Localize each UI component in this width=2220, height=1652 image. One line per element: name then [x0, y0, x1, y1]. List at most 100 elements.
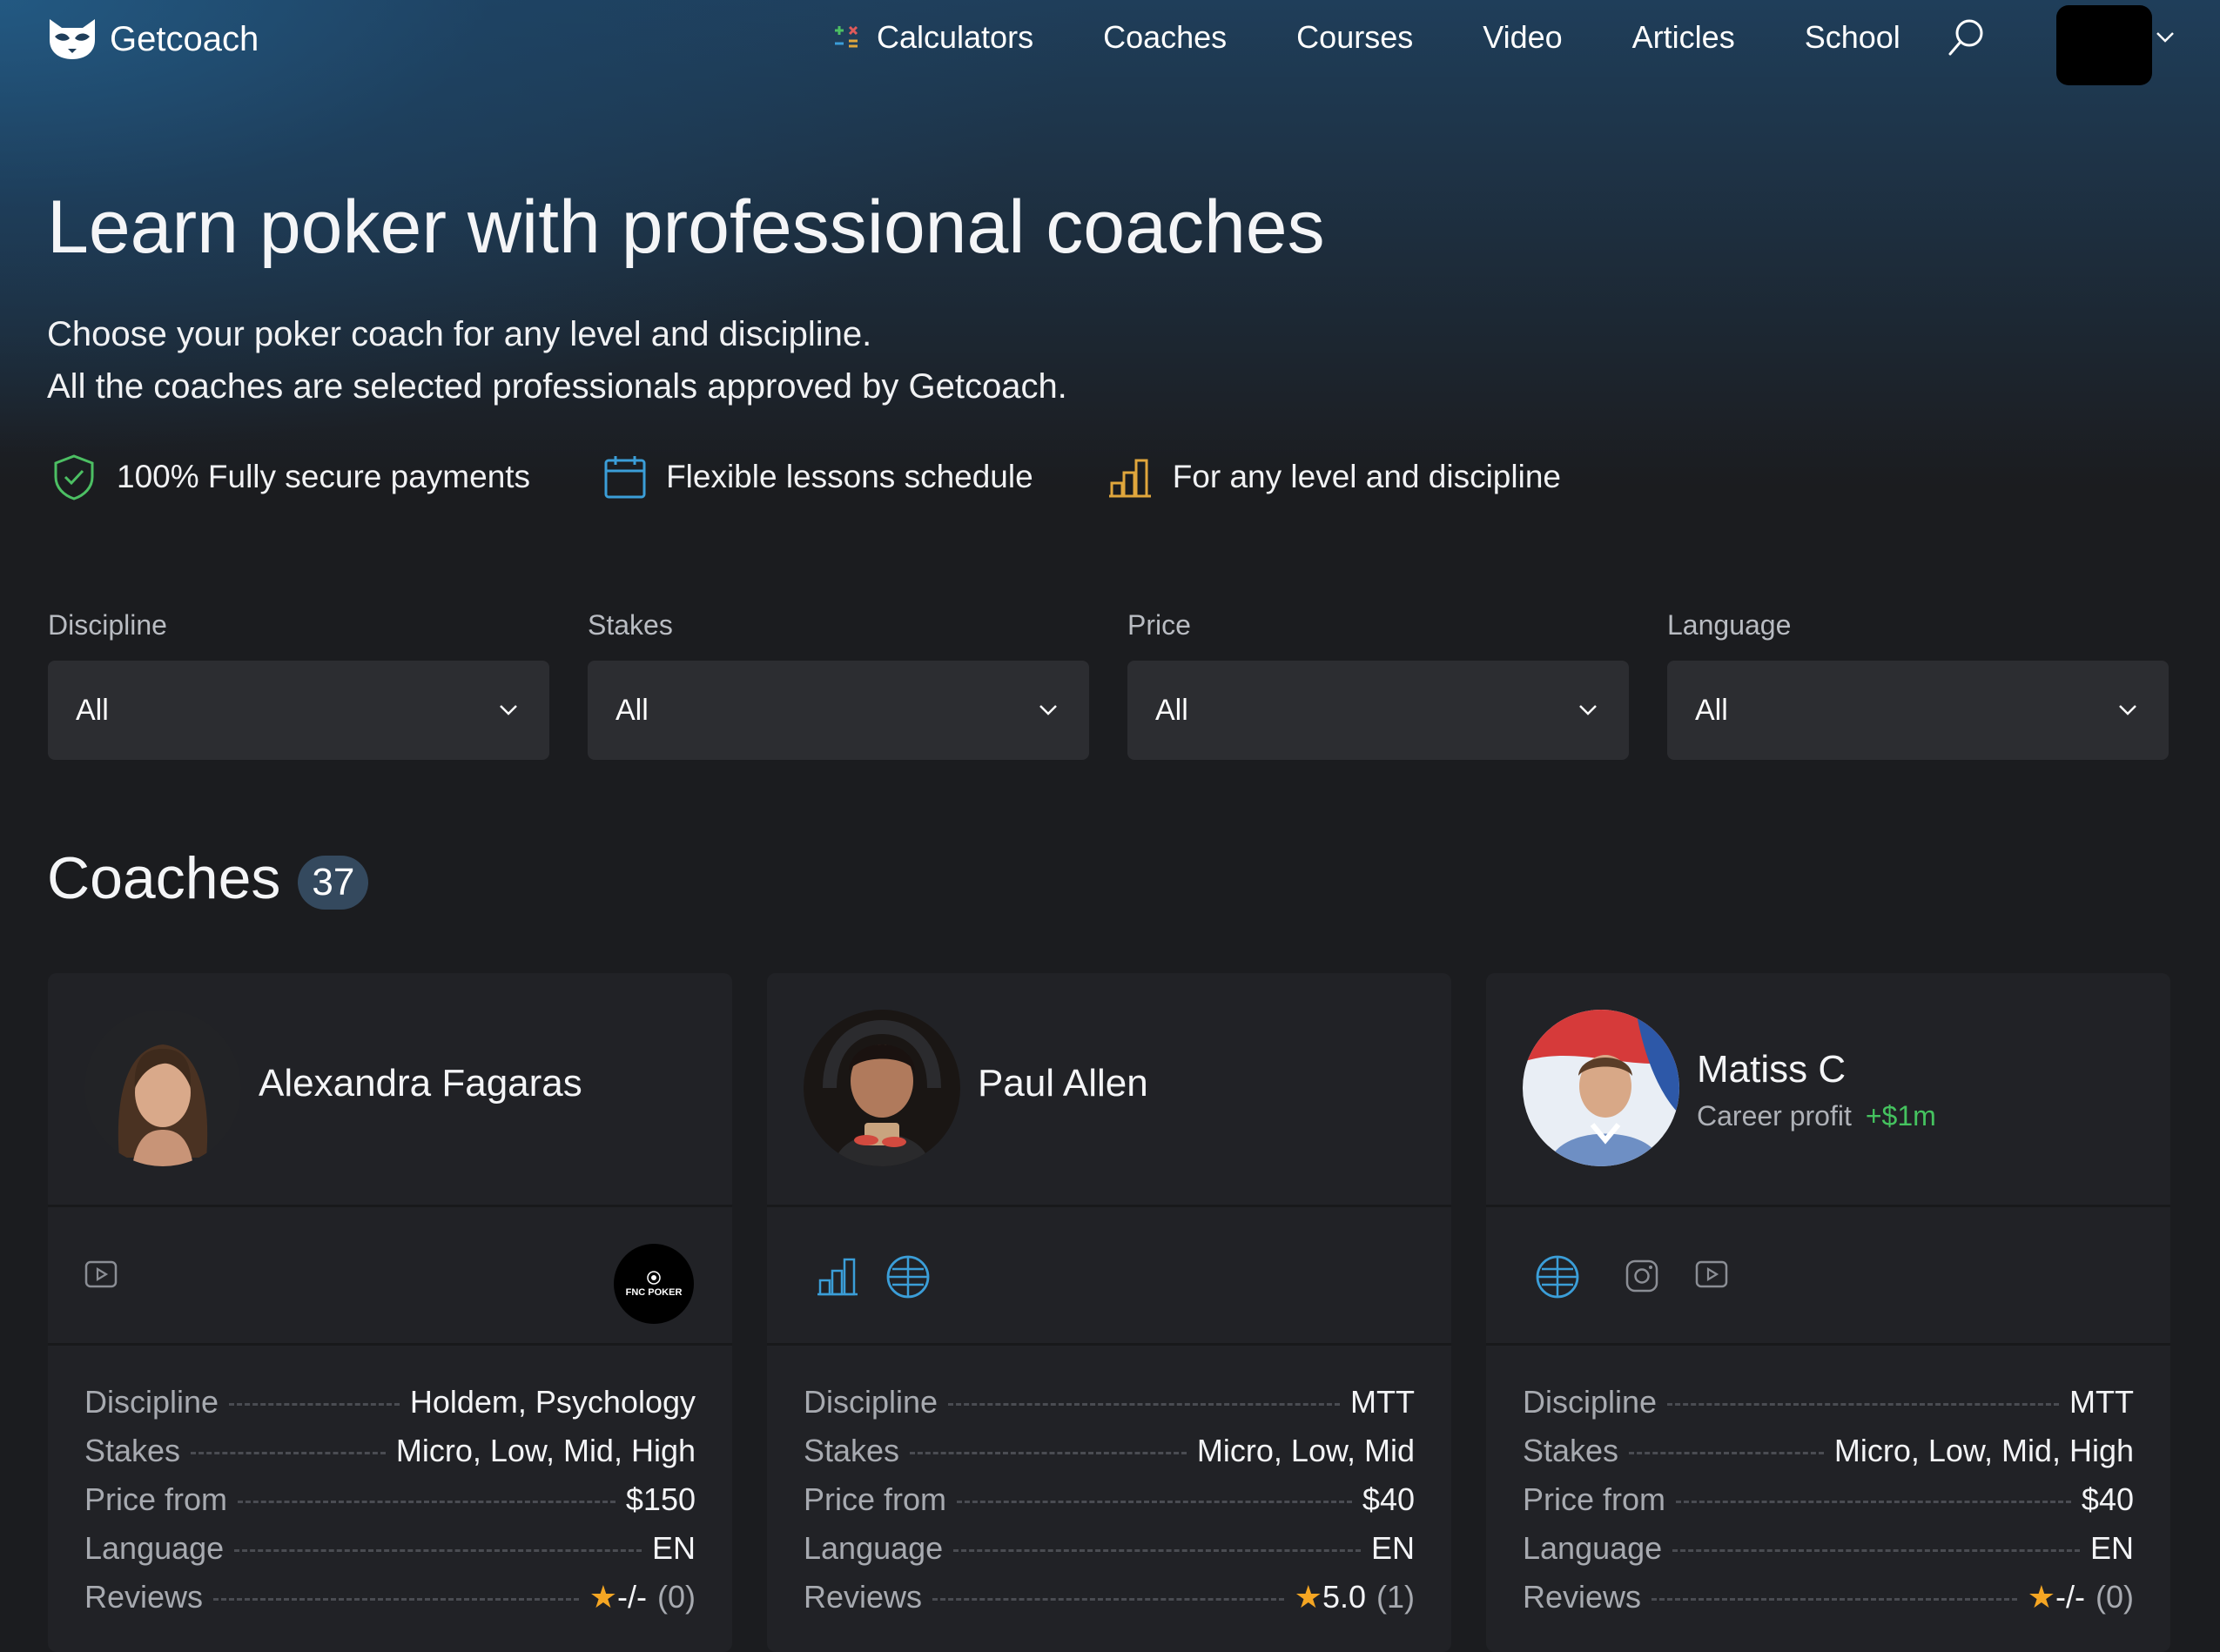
youtube-icon[interactable]	[1695, 1259, 1728, 1289]
nav-coaches-label: Coaches	[1103, 19, 1228, 55]
user-avatar[interactable]	[2056, 5, 2152, 85]
dotted-leader	[1652, 1598, 2017, 1601]
coach-name[interactable]: Matiss C	[1697, 1048, 1846, 1091]
hero-subtitle-line1: Choose your poker coach for any level an…	[47, 315, 872, 353]
rating: -/-	[617, 1579, 647, 1615]
coach-photo	[804, 1010, 960, 1166]
dotted-leader	[1672, 1549, 2080, 1552]
coach-avatar[interactable]	[84, 1010, 241, 1166]
coaches-heading: Coaches 37	[47, 844, 369, 912]
nav-coaches[interactable]: Coaches	[1103, 19, 1227, 56]
reviews-value[interactable]: ★-/- (0)	[2028, 1579, 2134, 1615]
detail-row-reviews: Reviews ★-/- (0)	[1523, 1579, 2134, 1628]
detail-value: $40	[1362, 1481, 1415, 1517]
reviews-value[interactable]: ★-/- (0)	[589, 1579, 696, 1615]
shield-check-icon	[54, 454, 94, 500]
nav-school-label: School	[1804, 19, 1900, 55]
chevron-down-icon[interactable]	[2156, 31, 2175, 44]
detail-label: Price from	[84, 1481, 228, 1517]
detail-value: $40	[2081, 1481, 2134, 1517]
dotted-leader	[1676, 1501, 2071, 1503]
select-value: All	[76, 693, 109, 727]
detail-value: Micro, Low, Mid	[1196, 1433, 1415, 1468]
coach-avatar[interactable]	[1523, 1010, 1679, 1166]
detail-value: EN	[1370, 1530, 1415, 1566]
coach-photo	[84, 1010, 241, 1166]
reviews-value[interactable]: ★5.0 (1)	[1295, 1579, 1415, 1615]
detail-row-stakes: Stakes Micro, Low, Mid, High	[1523, 1433, 2134, 1481]
dotted-leader	[191, 1452, 386, 1454]
calendar-icon	[604, 456, 646, 499]
coach-card-icons	[1486, 1207, 2170, 1346]
filter-label: Discipline	[48, 609, 167, 641]
nav-calculators-label: Calculators	[877, 19, 1034, 55]
coaches-count-badge: 37	[298, 856, 369, 910]
fnc-poker-logo[interactable]: FNC POKER	[614, 1244, 694, 1324]
chevron-down-icon	[500, 705, 517, 715]
career-profit-value: +$1m	[1865, 1100, 1936, 1132]
detail-value: Micro, Low, Mid, High	[395, 1433, 696, 1468]
nav-courses[interactable]: Courses	[1296, 19, 1413, 56]
detail-row-language: Language EN	[84, 1530, 696, 1579]
detail-row-reviews: Reviews ★-/- (0)	[84, 1579, 696, 1628]
nav-school[interactable]: School	[1805, 19, 1900, 56]
chevron-down-icon	[1579, 705, 1597, 715]
detail-row-price: Price from $150	[84, 1481, 696, 1530]
detail-label: Stakes	[1523, 1433, 1619, 1468]
partner-logo-text: FNC POKER	[625, 1287, 683, 1298]
detail-row-stakes: Stakes Micro, Low, Mid, High	[84, 1433, 696, 1481]
globe-icon[interactable]	[1535, 1254, 1580, 1299]
coach-avatar[interactable]	[804, 1010, 960, 1166]
detail-value: $150	[625, 1481, 696, 1517]
instagram-icon[interactable]	[1625, 1259, 1658, 1293]
youtube-icon[interactable]	[84, 1259, 118, 1289]
stakes-select[interactable]: All	[588, 661, 1089, 760]
nav-video[interactable]: Video	[1483, 19, 1562, 56]
coach-card[interactable]: Paul Allen Discipline MTT Stakes Micro, Lo…	[767, 973, 1451, 1652]
detail-label: Reviews	[1523, 1579, 1642, 1615]
detail-label: Language	[1523, 1530, 1663, 1566]
coach-card-icons	[767, 1207, 1451, 1346]
globe-icon[interactable]	[885, 1254, 931, 1299]
nav-articles-label: Articles	[1631, 19, 1735, 55]
coach-card[interactable]: Alexandra Fagaras FNC POKER Discipline Ho…	[48, 973, 732, 1652]
search-button[interactable]	[1943, 16, 1988, 63]
detail-row-reviews: Reviews ★5.0 (1)	[804, 1579, 1415, 1628]
calculator-icon	[835, 25, 858, 48]
detail-label: Reviews	[804, 1579, 923, 1615]
filter-language: Language All	[1667, 609, 2169, 760]
coach-card-header: Paul Allen	[767, 973, 1451, 1207]
hero-subtitle-line2: All the coaches are selected professiona…	[47, 367, 1067, 406]
dotted-leader	[910, 1452, 1187, 1454]
feature-label: For any level and discipline	[1172, 459, 1561, 494]
detail-row-language: Language EN	[804, 1530, 1415, 1579]
feature-any-level: For any level and discipline	[1107, 455, 1561, 499]
logo[interactable]: Getcoach	[47, 17, 259, 61]
detail-value: MTT	[2069, 1384, 2134, 1420]
review-count: (1)	[1376, 1579, 1415, 1615]
nav-video-label: Video	[1483, 19, 1563, 55]
filter-label: Price	[1127, 609, 1191, 641]
coach-photo	[1523, 1010, 1679, 1166]
chip-icon	[647, 1271, 661, 1285]
language-select[interactable]: All	[1667, 661, 2169, 760]
nav-courses-label: Courses	[1296, 19, 1414, 55]
stats-chart-icon[interactable]	[816, 1256, 859, 1296]
nav-calculators[interactable]: Calculators	[831, 19, 1033, 56]
coach-details: Discipline MTT Stakes Micro, Low, Mid, Hig…	[1486, 1346, 2170, 1628]
feature-secure-payments: 100% Fully secure payments	[50, 453, 530, 501]
review-count: (0)	[657, 1579, 696, 1615]
filter-stakes: Stakes All	[588, 609, 1089, 760]
coach-name[interactable]: Alexandra Fagaras	[259, 1062, 582, 1105]
discipline-select[interactable]: All	[48, 661, 549, 760]
nav-articles[interactable]: Articles	[1632, 19, 1735, 56]
detail-row-language: Language EN	[1523, 1530, 2134, 1579]
bar-chart-icon	[1108, 459, 1151, 498]
rating: 5.0	[1322, 1579, 1366, 1615]
page: Getcoach Calculators Coaches Courses Vid…	[0, 0, 2220, 1652]
price-select[interactable]: All	[1127, 661, 1629, 760]
coach-name[interactable]: Paul Allen	[978, 1062, 1148, 1105]
chevron-down-icon	[2119, 705, 2136, 715]
detail-label: Price from	[804, 1481, 947, 1517]
coach-card[interactable]: Matiss C Career profit +$1m Discipline MTT	[1486, 973, 2170, 1652]
